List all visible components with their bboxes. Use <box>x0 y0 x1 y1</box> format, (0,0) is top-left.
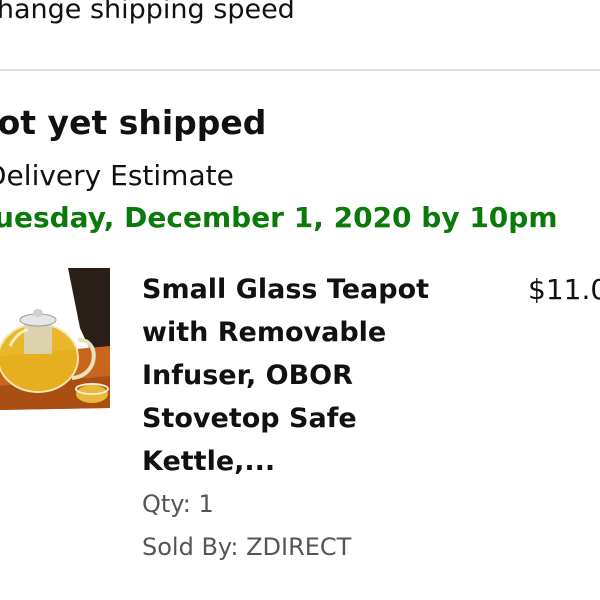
product-quantity: Qty: 1 <box>142 490 214 518</box>
order-details-screen: Change shipping speed Not yet shipped De… <box>0 0 600 600</box>
product-title-link[interactable]: Small Glass Teapot with Removable Infuse… <box>142 268 442 483</box>
delivery-estimate-label: Delivery Estimate <box>0 159 234 192</box>
section-divider <box>0 69 600 71</box>
teapot-image <box>0 268 110 410</box>
shipment-status-heading: Not yet shipped <box>0 103 267 142</box>
delivery-estimate-date: Tuesday, December 1, 2020 by 10pm <box>0 201 558 234</box>
change-shipping-speed-link[interactable]: Change shipping speed <box>0 0 295 30</box>
product-price: $11.00 <box>528 273 600 306</box>
product-seller: Sold By: ZDIRECT <box>142 533 352 561</box>
product-thumbnail[interactable] <box>0 268 110 410</box>
